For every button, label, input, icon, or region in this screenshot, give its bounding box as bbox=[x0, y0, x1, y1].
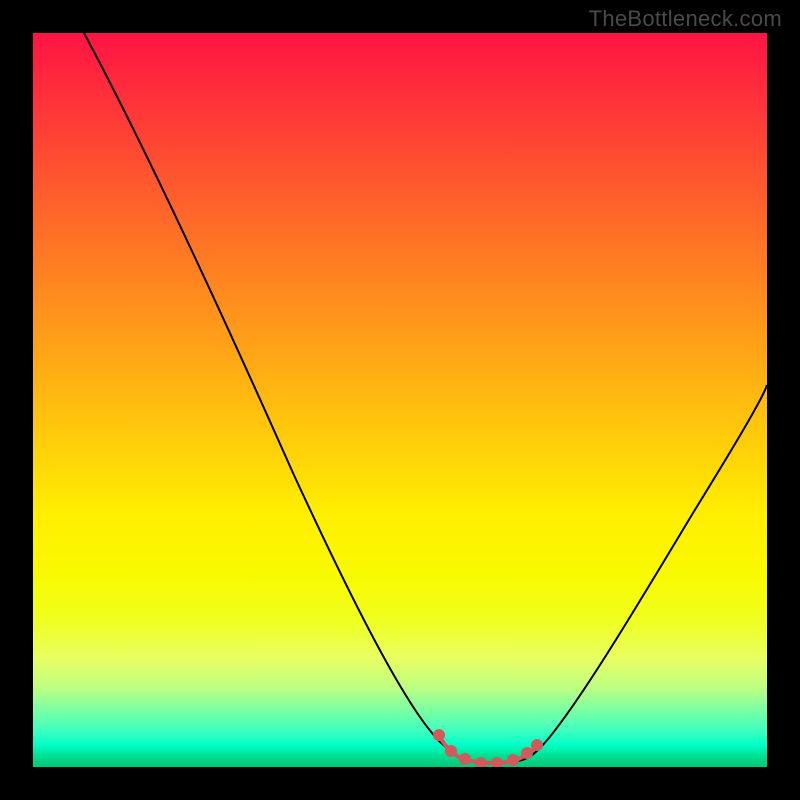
chart-svg bbox=[33, 33, 767, 767]
bottleneck-curve bbox=[84, 33, 767, 763]
watermark-text: TheBottleneck.com bbox=[589, 6, 782, 32]
optimal-zone-markers bbox=[435, 731, 541, 767]
